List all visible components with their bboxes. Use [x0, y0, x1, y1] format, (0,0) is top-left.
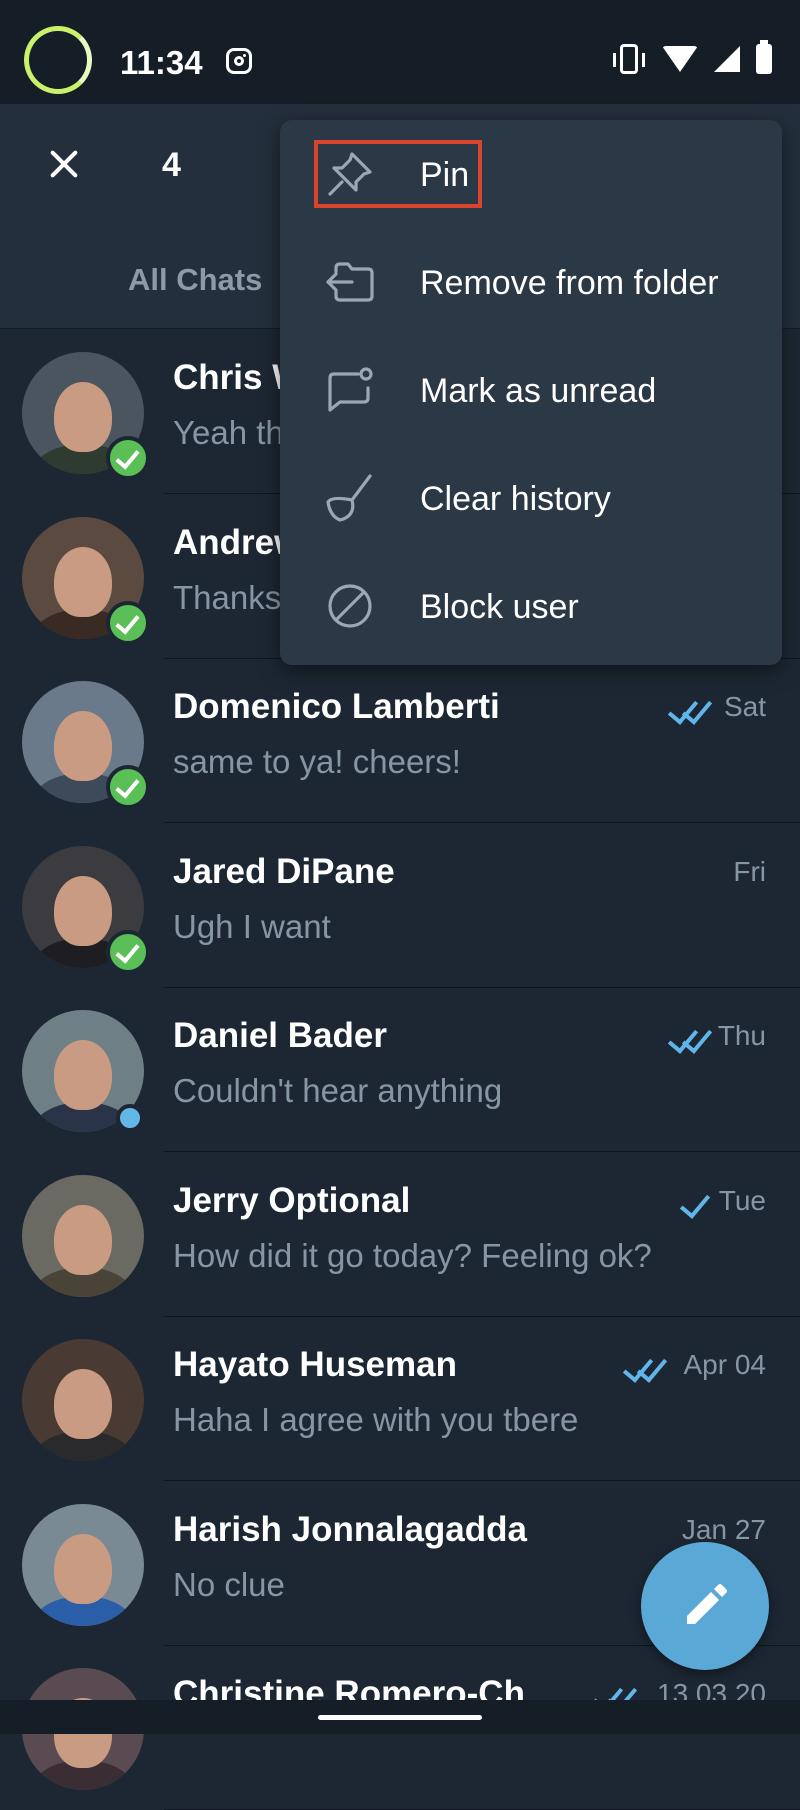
online-indicator	[116, 1104, 144, 1132]
chat-row[interactable]: Domenico Lamberti same to ya! cheers! Sat	[0, 659, 800, 823]
chat-name: Domenico Lamberti	[173, 687, 500, 726]
chat-last-message: Yeah th	[173, 414, 284, 451]
chat-time: Fri	[733, 855, 766, 887]
chat-name: Jerry Optional	[173, 1180, 411, 1220]
avatar-face	[54, 711, 112, 781]
menu-item-remove-from-folder[interactable]: Remove from folder	[280, 228, 782, 336]
avatar-face	[54, 1369, 112, 1439]
menu-label-mark-as-unread: Mark as unread	[420, 372, 657, 410]
chat-row[interactable]: Hayato Huseman Haha I agree with you tber…	[0, 1317, 800, 1481]
chat-time: Apr 04	[683, 1349, 767, 1380]
chat-name: Harish Jonnalagadda	[173, 1509, 527, 1549]
chat-name: Daniel Bader	[173, 1016, 387, 1055]
status-time: 11:34	[120, 44, 203, 81]
check-mark	[679, 1186, 711, 1219]
chat-last-message: Haha I agree with you tbere	[173, 1401, 579, 1438]
single-check-icon	[679, 1186, 711, 1219]
chat-name: Jared DiPane	[173, 851, 395, 891]
chat-time: Thu	[717, 1020, 766, 1051]
avatar-face	[54, 546, 112, 617]
chat-row[interactable]: Jerry Optional How did it go today? Feeli…	[0, 1153, 800, 1317]
selected-check-icon	[106, 765, 150, 809]
mark-unread-icon	[328, 367, 373, 412]
selected-check-icon	[106, 436, 150, 480]
chat-last-message: Couldn't hear anything	[173, 1072, 503, 1109]
avatar[interactable]	[22, 1503, 144, 1626]
pencil-icon	[687, 1584, 727, 1624]
avatar-face	[54, 1533, 112, 1604]
chat-row[interactable]: Jared DiPane Ugh I want Fri	[0, 824, 800, 988]
pin-highlight-box	[314, 140, 482, 208]
chat-last-message: same to ya! cheers!	[173, 743, 461, 780]
cell-signal-icon	[714, 46, 740, 72]
double-check-icon	[667, 1022, 713, 1054]
block-icon	[328, 584, 372, 628]
instagram-icon	[226, 48, 252, 74]
menu-label-clear-history: Clear history	[420, 480, 611, 518]
menu-label-block-user: Block user	[420, 588, 579, 626]
menu-item-mark-as-unread[interactable]: Mark as unread	[280, 336, 782, 444]
folder-remove-icon	[326, 262, 374, 302]
double-check-icon	[667, 693, 713, 725]
status-ring-icon	[24, 26, 92, 94]
broom-icon	[326, 474, 372, 522]
menu-item-clear-history[interactable]: Clear history	[280, 444, 782, 552]
tab-all-chats[interactable]: All Chats	[128, 262, 262, 298]
menu-label-remove-from-folder: Remove from folder	[420, 264, 719, 302]
home-gesture-bar[interactable]	[318, 1715, 482, 1720]
chat-row[interactable]: Daniel Bader Couldn't hear anything Thu	[0, 988, 800, 1152]
chat-time: Tue	[718, 1184, 766, 1216]
chat-last-message: How did it go today? Feeling ok?	[173, 1236, 652, 1274]
avatar-face	[54, 875, 112, 946]
chat-name: Hayato Huseman	[173, 1345, 457, 1384]
menu-item-block-user[interactable]: Block user	[280, 552, 782, 660]
avatar[interactable]	[22, 1339, 144, 1461]
selected-count: 4	[162, 146, 181, 184]
compose-button[interactable]	[641, 1542, 769, 1670]
vibrate-icon	[613, 44, 645, 74]
status-icons	[613, 40, 772, 74]
avatar-face	[54, 382, 112, 452]
avatar[interactable]	[22, 1174, 144, 1297]
avatar-face	[54, 1040, 112, 1110]
avatar-face	[54, 1204, 112, 1275]
selected-check-icon	[106, 929, 150, 974]
chat-time: Sat	[723, 691, 766, 722]
chat-last-message: Thanks	[173, 578, 282, 616]
close-icon[interactable]	[48, 148, 80, 180]
wifi-icon	[662, 46, 698, 72]
chat-time: Jan 27	[681, 1513, 766, 1545]
selected-check-icon	[106, 600, 150, 645]
double-check-icon	[622, 1351, 668, 1383]
chat-last-message: No clue	[173, 1565, 285, 1603]
battery-icon	[756, 40, 772, 74]
chat-last-message: Ugh I want	[173, 907, 331, 945]
